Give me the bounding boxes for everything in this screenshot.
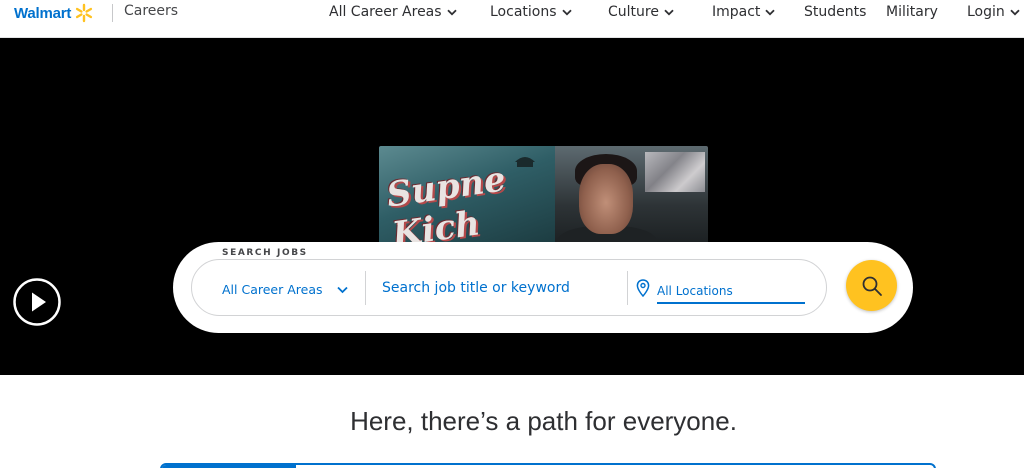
career-area-selected: All Career Areas — [222, 282, 323, 297]
nav-culture-label: Culture — [608, 4, 659, 20]
nav-login[interactable]: Login — [967, 4, 1020, 20]
nav-impact[interactable]: Impact — [712, 4, 776, 20]
play-icon[interactable] — [13, 278, 61, 326]
search-jobs-label: SEARCH JOBS — [216, 248, 314, 258]
video-thumbnail[interactable]: Supne Kich — [379, 146, 708, 246]
person-face — [579, 164, 633, 234]
keyword-search-input[interactable] — [382, 278, 614, 298]
search-icon — [862, 276, 882, 296]
field-divider — [627, 271, 628, 305]
location-input[interactable] — [657, 281, 805, 301]
chevron-down-icon — [446, 9, 457, 16]
location-pin-icon — [636, 279, 650, 297]
brand-name: Walmart — [14, 4, 72, 22]
chevron-down-icon — [765, 9, 776, 16]
site-header: Walmart Careers All Career Areas Locatio… — [0, 0, 1024, 38]
nav-career-areas-label: All Career Areas — [329, 4, 442, 20]
walmart-logo[interactable]: Walmart — [14, 3, 94, 23]
nav-locations[interactable]: Locations — [490, 4, 572, 20]
nav-culture[interactable]: Culture — [608, 4, 674, 20]
thumbnail-title-card: Supne Kich — [379, 146, 555, 246]
page-tagline: Here, there’s a path for everyone. — [350, 406, 737, 436]
background-screen — [645, 152, 705, 192]
header-divider — [112, 4, 113, 22]
nav-locations-label: Locations — [490, 4, 557, 20]
nav-students[interactable]: Students — [804, 4, 866, 20]
nav-career-areas[interactable]: All Career Areas — [329, 4, 457, 20]
nav-military[interactable]: Military — [886, 4, 938, 20]
search-button[interactable] — [846, 260, 897, 311]
nav-login-label: Login — [967, 4, 1005, 20]
thumbnail-person-photo — [555, 146, 708, 246]
career-path-tabs[interactable] — [160, 463, 936, 468]
location-field — [657, 280, 805, 304]
field-divider — [365, 271, 366, 305]
chevron-down-icon — [561, 9, 572, 16]
careers-home-link[interactable]: Careers — [124, 3, 178, 19]
spark-icon — [76, 3, 93, 23]
chevron-down-icon — [336, 286, 348, 294]
nav-students-label: Students — [804, 4, 867, 20]
nav-military-label: Military — [886, 4, 938, 20]
nav-impact-label: Impact — [712, 4, 761, 20]
thumbnail-title: Supne Kich — [384, 159, 509, 246]
chevron-down-icon — [664, 9, 674, 16]
chevron-down-icon — [1010, 9, 1020, 16]
career-area-select[interactable]: All Career Areas — [222, 282, 348, 297]
